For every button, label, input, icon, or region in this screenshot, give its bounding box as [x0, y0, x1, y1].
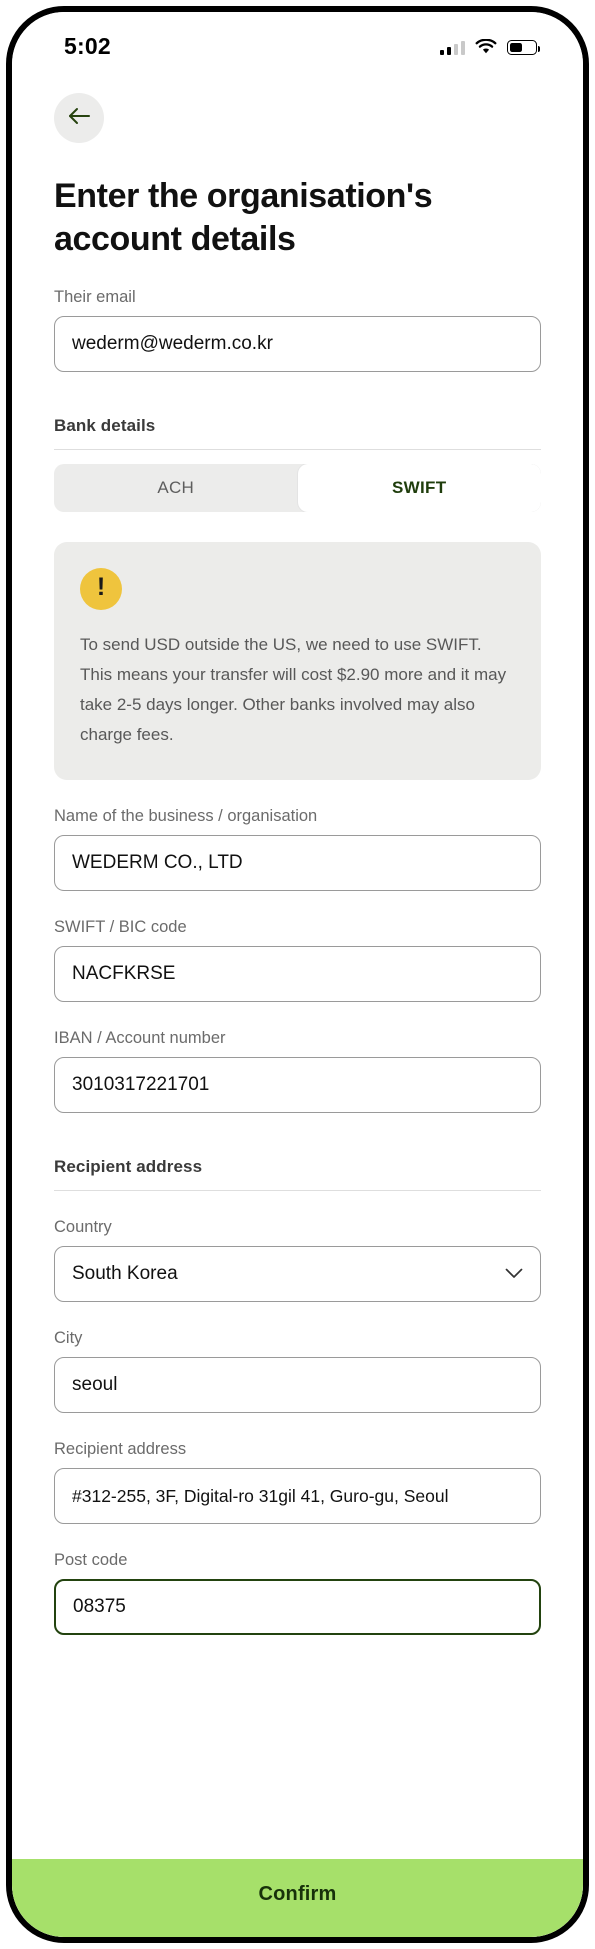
country-label: Country [54, 1218, 112, 1237]
business-name-input[interactable]: WEDERM CO., LTD [54, 835, 541, 892]
address-field-group: Recipient address #312-255, 3F, Digital-… [54, 1439, 541, 1525]
confirm-button-label: Confirm [258, 1882, 337, 1905]
email-field-label: Their email [54, 288, 136, 306]
address-input[interactable]: #312-255, 3F, Digital-ro 31gil 41, Guro-… [54, 1468, 541, 1525]
bank-details-title: Bank details [54, 416, 156, 435]
business-name-field-group: Name of the business / organisation WEDE… [54, 806, 541, 892]
back-button[interactable] [54, 93, 104, 143]
cellular-signal-icon [439, 40, 465, 55]
bank-details-tabs[interactable]: ACH SWIFT [54, 464, 541, 513]
business-name-label: Name of the business / organisation [54, 807, 318, 826]
postcode-field-group: Post code 08375 [54, 1550, 541, 1636]
email-field-group: Their email wederm@wederm.co.kr [54, 287, 541, 372]
main-scroll-area[interactable]: Enter the organisation's account details… [12, 74, 583, 1937]
recipient-address-section-header: Recipient address [54, 1157, 541, 1192]
country-field-group: Country South Korea [54, 1217, 541, 1303]
tab-swift[interactable]: SWIFT [297, 464, 541, 513]
email-input[interactable]: wederm@wederm.co.kr [54, 316, 541, 372]
confirm-button[interactable]: Confirm [12, 1859, 583, 1937]
status-bar-icons [439, 39, 540, 55]
back-arrow-icon [67, 106, 92, 131]
postcode-input[interactable]: 08375 [54, 1579, 541, 1636]
swift-code-label: SWIFT / BIC code [54, 918, 187, 937]
country-selected-value: South Korea [72, 1263, 178, 1285]
phone-frame: 5:02 Enter the organisation's account de… [6, 6, 589, 1943]
swift-code-input[interactable]: NACFKRSE [54, 946, 541, 1003]
bank-details-divider [54, 449, 541, 451]
swift-info-alert: ! To send USD outside the US, we need to… [54, 542, 541, 781]
city-field-group: City seoul [54, 1328, 541, 1414]
bottom-spacer [54, 1635, 541, 1755]
iban-label: IBAN / Account number [54, 1029, 226, 1048]
recipient-address-title: Recipient address [54, 1157, 203, 1177]
postcode-label: Post code [54, 1551, 128, 1570]
recipient-address-divider [54, 1190, 541, 1192]
chevron-down-icon [505, 1263, 523, 1285]
iban-input[interactable]: 3010317221701 [54, 1057, 541, 1114]
city-label: City [54, 1329, 83, 1348]
bank-details-section-header: Bank details [54, 416, 541, 451]
city-input[interactable]: seoul [54, 1357, 541, 1414]
page-title: Enter the organisation's account details [54, 177, 433, 258]
wifi-icon [475, 39, 497, 55]
status-bar: 5:02 [12, 12, 583, 74]
tab-ach[interactable]: ACH [54, 464, 298, 512]
warning-exclamation-icon: ! [80, 568, 122, 611]
swift-code-field-group: SWIFT / BIC code NACFKRSE [54, 917, 541, 1003]
status-bar-time: 5:02 [64, 32, 111, 59]
address-label: Recipient address [54, 1440, 187, 1459]
phone-screen: 5:02 Enter the organisation's account de… [12, 12, 583, 1937]
swift-info-alert-text: To send USD outside the US, we need to u… [80, 635, 507, 745]
battery-icon [507, 40, 540, 55]
country-select[interactable]: South Korea [54, 1246, 541, 1303]
iban-field-group: IBAN / Account number 3010317221701 [54, 1028, 541, 1114]
